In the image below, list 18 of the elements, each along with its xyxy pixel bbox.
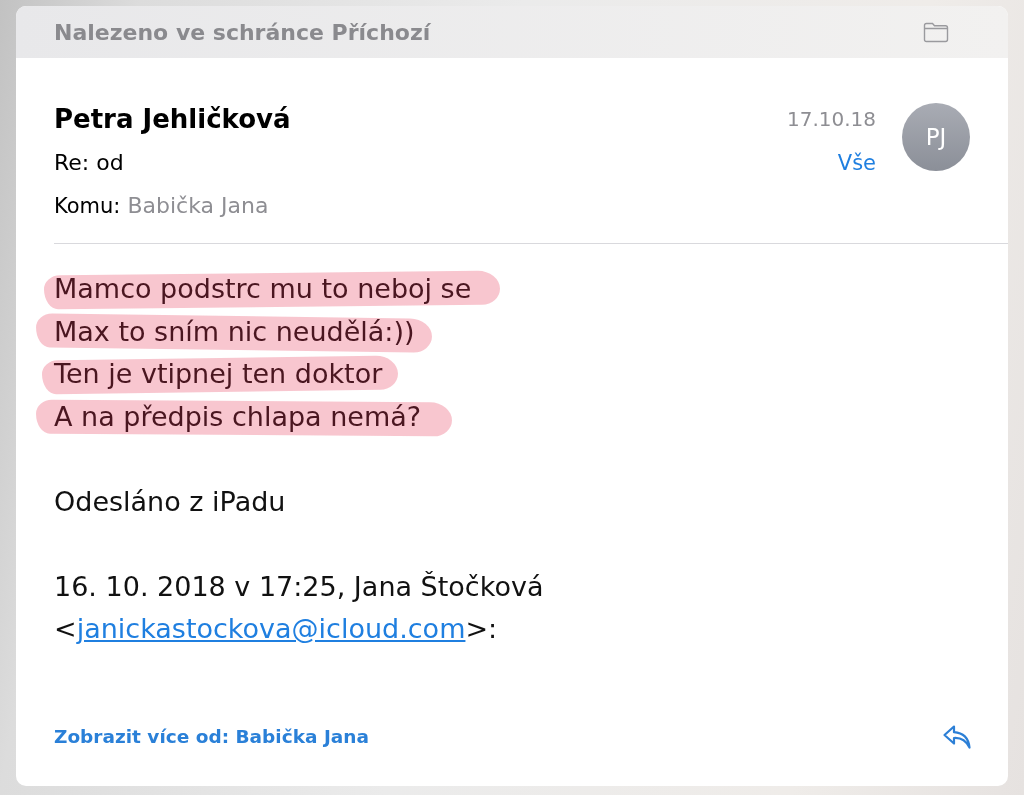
message-line: Ten je vtipnej ten doktor: [54, 358, 383, 389]
details-link[interactable]: Vše: [837, 148, 876, 178]
email-link[interactable]: janickastockova@icloud.com: [76, 613, 466, 644]
message-date: 17.10.18: [786, 106, 876, 133]
subject-text: Re: od: [54, 149, 124, 177]
recipient-name: Babička Jana: [127, 193, 269, 218]
mailbox-location: Nalezeno ve schránce Příchozí: [54, 19, 431, 45]
signature-text: Odesláno z iPadu: [54, 484, 287, 519]
message-line: Max to sním nic neudělá:)): [54, 315, 415, 347]
recipient-label: Komu:: [54, 194, 121, 218]
sender-avatar: PJ: [902, 103, 970, 171]
folder-icon[interactable]: [923, 21, 949, 43]
quote-attribution: 16. 10. 2018 v 17:25, Jana Štočková <janickastockova@icloud.com>:: [54, 569, 545, 646]
sender-name: Petra Jehličková: [54, 103, 291, 136]
message-line: A na předpis chlapa nemá?: [54, 400, 422, 432]
reply-icon[interactable]: [942, 724, 972, 750]
message-line: Mamco podstrc mu to neboj se: [54, 273, 472, 304]
more-from-sender-link[interactable]: Zobrazit více od: Babička Jana: [54, 724, 369, 750]
